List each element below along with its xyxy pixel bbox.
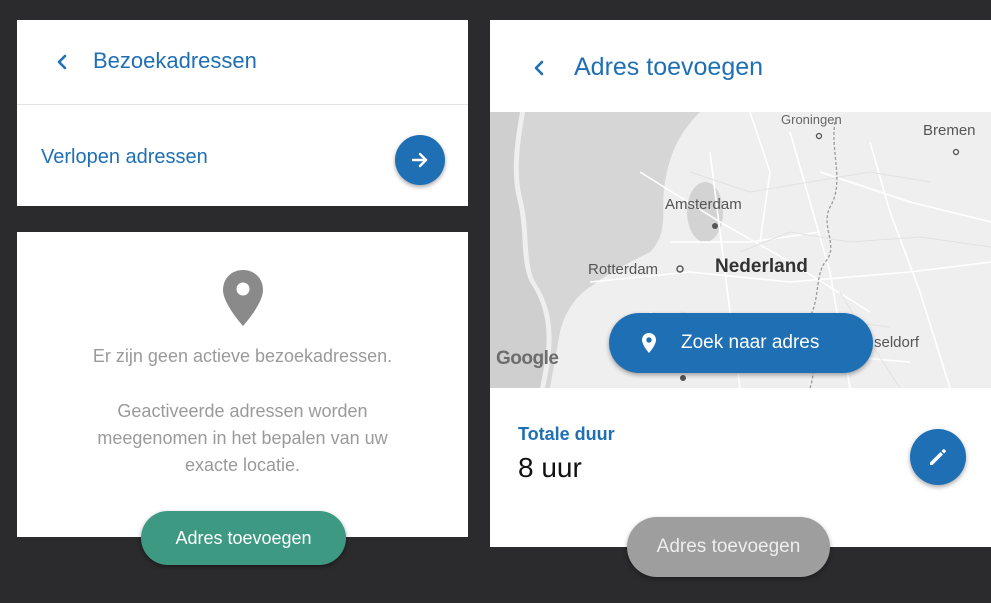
search-address-label: Zoek naar adres: [681, 332, 820, 353]
map-label-bremen: Bremen: [923, 122, 976, 139]
edit-duration-button[interactable]: [910, 429, 966, 485]
arrow-right-icon: [411, 152, 428, 168]
add-address-screen: Adres toevoegen Groningen Bremen Amsterd…: [490, 20, 991, 547]
map-label-groningen: Groningen: [781, 112, 842, 127]
location-pin-icon: [642, 333, 656, 353]
add-address-button[interactable]: Adres toevoegen: [141, 511, 346, 565]
page-title: Bezoekadressen: [93, 48, 257, 73]
map-label-dusseldorf: seldorf: [874, 334, 920, 351]
map-label-rotterdam: Rotterdam: [588, 261, 659, 278]
total-duration-value: 8 uur: [518, 452, 582, 483]
chevron-left-icon[interactable]: [528, 56, 550, 80]
pencil-icon: [930, 449, 946, 465]
google-logo: Google: [496, 348, 559, 369]
search-address-button[interactable]: Zoek naar adres: [609, 313, 873, 373]
map-label-nederland: Nederland: [715, 256, 808, 277]
chevron-left-icon[interactable]: [51, 50, 73, 74]
header: Bezoekadressen: [17, 20, 468, 105]
expired-addresses-link[interactable]: Verlopen adressen: [41, 146, 208, 169]
total-duration-label: Totale duur: [518, 424, 615, 444]
location-pin-icon: [223, 270, 263, 326]
empty-state-card: Er zijn geen actieve bezoekadressen. Gea…: [17, 232, 468, 537]
page-title: Adres toevoegen: [574, 53, 764, 81]
empty-state-hint: Geactiveerde adressen worden meegenomen …: [97, 401, 388, 475]
map-label-amsterdam: Amsterdam: [665, 196, 742, 213]
empty-state-message: Er zijn geen actieve bezoekadressen.: [92, 346, 393, 366]
add-address-button-disabled[interactable]: Adres toevoegen: [627, 517, 830, 577]
expired-addresses-button[interactable]: [395, 135, 445, 185]
visit-addresses-card: Bezoekadressen Verlopen adressen: [17, 20, 468, 206]
